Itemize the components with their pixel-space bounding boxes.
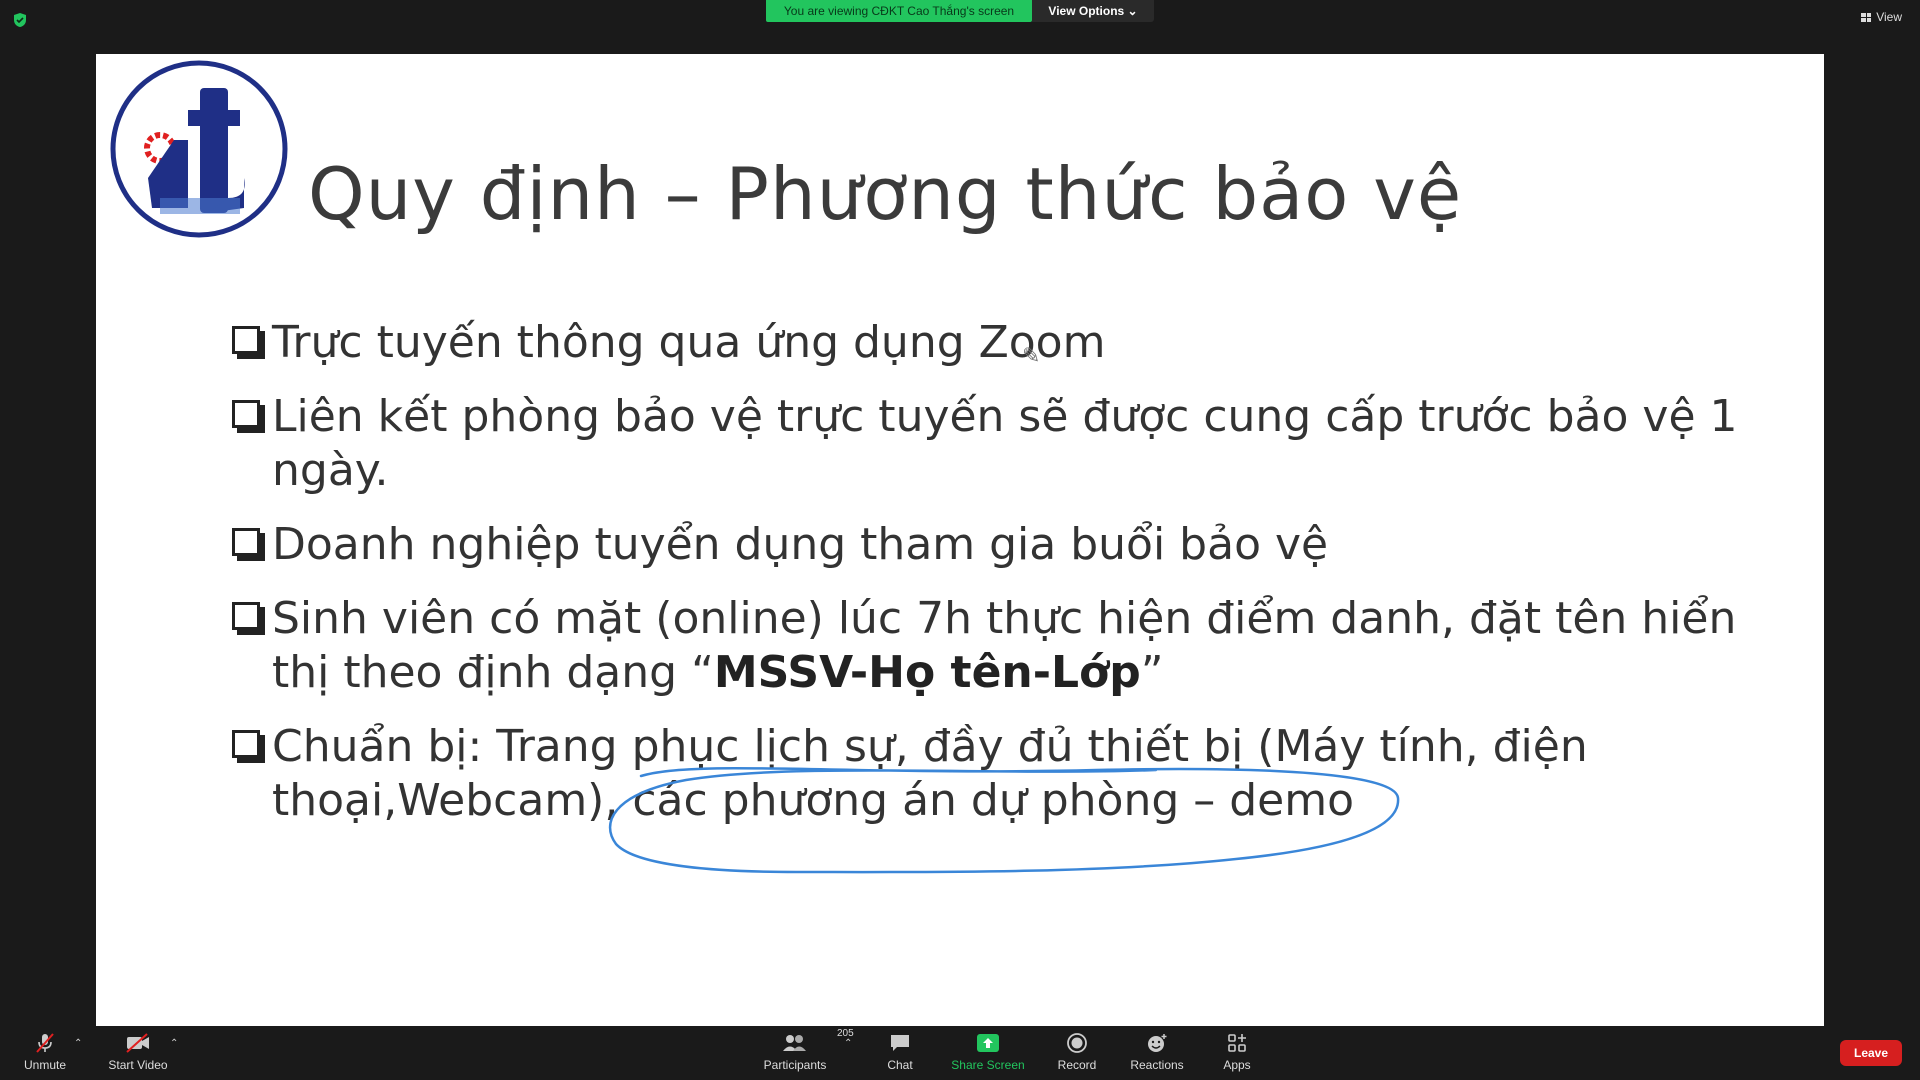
start-video-button[interactable]: Start Video bbox=[98, 1030, 178, 1076]
video-options-caret[interactable]: ⌃ bbox=[170, 1038, 178, 1049]
bullet-item: Liên kết phòng bảo vệ trực tuyến sẽ được… bbox=[230, 390, 1750, 498]
view-button[interactable]: View bbox=[1861, 10, 1902, 24]
audio-options-caret[interactable]: ⌃ bbox=[74, 1038, 82, 1049]
viewing-screen-banner: You are viewing CĐKT Cao Thắng's screen bbox=[766, 0, 1032, 22]
checkbox-bullet-icon bbox=[232, 400, 260, 428]
meeting-toolbar: Unmute ⌃ Start Video ⌃ 205 Participants … bbox=[0, 1026, 1920, 1080]
bullet-item: Doanh nghiệp tuyển dụng tham gia buổi bả… bbox=[230, 518, 1750, 572]
top-bar: You are viewing CĐKT Cao Thắng's screen … bbox=[0, 0, 1920, 54]
share-screen-button[interactable]: Share Screen bbox=[948, 1030, 1028, 1076]
checkbox-bullet-icon bbox=[232, 730, 260, 758]
record-icon bbox=[1067, 1033, 1087, 1053]
participants-options-caret[interactable]: ⌃ bbox=[844, 1038, 852, 1049]
reactions-icon bbox=[1148, 1034, 1167, 1052]
pen-cursor-icon: ✎ bbox=[1022, 344, 1041, 369]
bullet-item: Trực tuyến thông qua ứng dụng Zoom bbox=[230, 316, 1750, 370]
leave-button[interactable]: Leave bbox=[1840, 1040, 1902, 1066]
grid-view-icon bbox=[1861, 12, 1872, 22]
apps-icon bbox=[1228, 1034, 1246, 1052]
shared-screen: Quy định – Phương thức bảo vệ Trực tuyến… bbox=[96, 54, 1824, 1026]
view-options-button[interactable]: View Options ⌄ bbox=[1032, 0, 1154, 22]
participants-button[interactable]: 205 Participants bbox=[755, 1028, 854, 1076]
bullet-list: Trực tuyến thông qua ứng dụng Zoom Liên … bbox=[230, 316, 1750, 848]
participants-icon bbox=[783, 1035, 806, 1051]
circled-text: các phương án dự phòng – demo bbox=[632, 775, 1355, 826]
record-button[interactable]: Record bbox=[1037, 1030, 1117, 1076]
reactions-button[interactable]: Reactions bbox=[1117, 1030, 1197, 1076]
slide-title: Quy định – Phương thức bảo vệ bbox=[308, 152, 1463, 236]
microphone-muted-icon bbox=[36, 1033, 54, 1053]
bullet-item: Chuẩn bị: Trang phục lịch sự, đầy đủ thi… bbox=[230, 720, 1750, 828]
name-format-bold: MSSV-Họ tên-Lớp bbox=[713, 647, 1141, 698]
video-off-icon bbox=[126, 1033, 149, 1053]
chat-button[interactable]: Chat bbox=[860, 1030, 940, 1076]
security-shield-icon[interactable] bbox=[12, 12, 28, 28]
chat-icon bbox=[891, 1035, 909, 1051]
unmute-button[interactable]: Unmute bbox=[5, 1030, 85, 1076]
checkbox-bullet-icon bbox=[232, 528, 260, 556]
checkbox-bullet-icon bbox=[232, 602, 260, 630]
view-button-label: View bbox=[1876, 10, 1902, 24]
bullet-item: Sinh viên có mặt (online) lúc 7h thực hi… bbox=[230, 592, 1750, 700]
apps-button[interactable]: Apps bbox=[1197, 1030, 1277, 1076]
share-screen-icon bbox=[977, 1034, 999, 1052]
checkbox-bullet-icon bbox=[232, 326, 260, 354]
school-logo bbox=[110, 60, 288, 238]
